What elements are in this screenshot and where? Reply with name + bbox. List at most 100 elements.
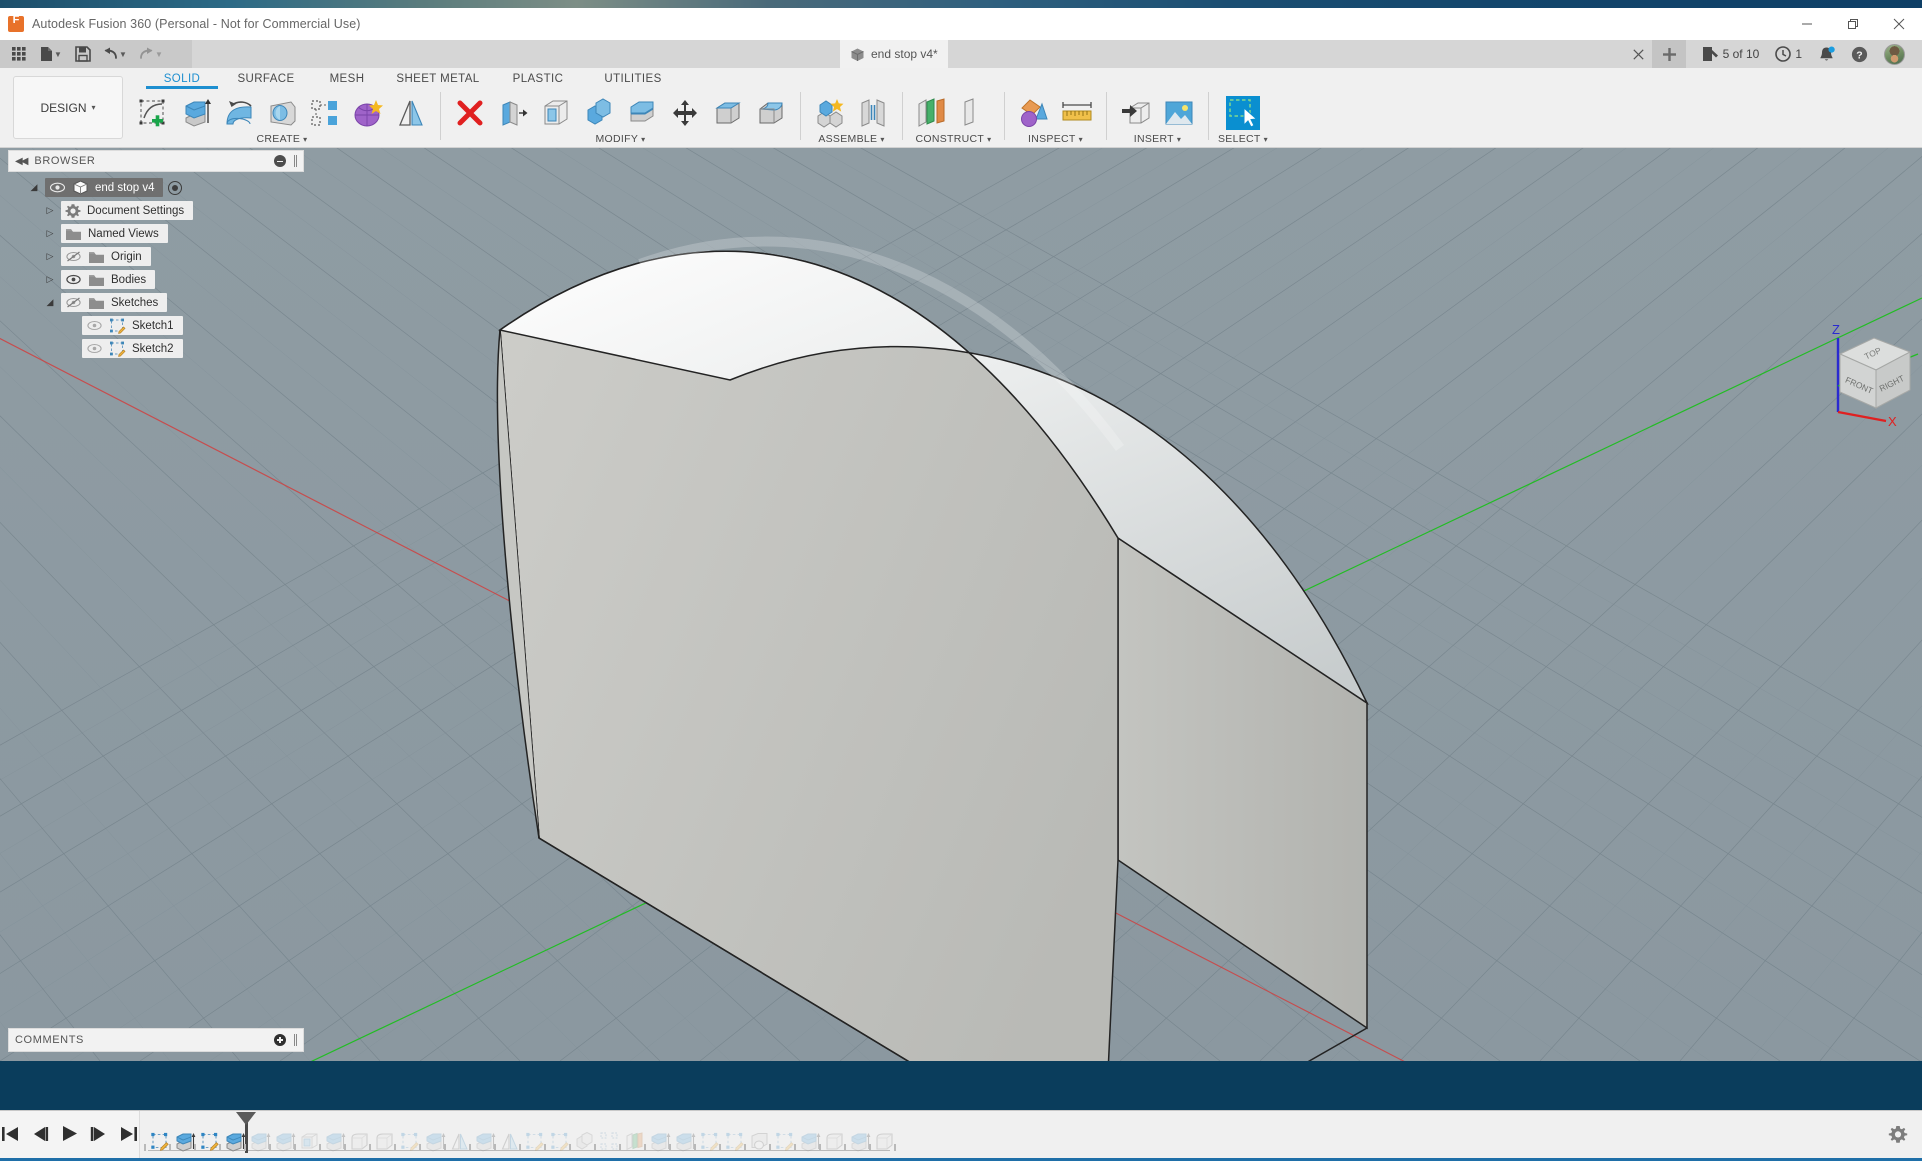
account-button[interactable] xyxy=(1877,40,1912,68)
tree-chip[interactable]: end stop v4 xyxy=(45,178,164,197)
timeline-feature[interactable] xyxy=(448,1125,473,1159)
ribbon-group-inspect-label[interactable]: INSPECT ▾ xyxy=(1028,133,1083,145)
timeline-feature[interactable] xyxy=(198,1125,223,1159)
select-window-icon[interactable] xyxy=(1223,93,1263,133)
resize-grip-icon[interactable] xyxy=(294,155,297,167)
timeline-feature[interactable] xyxy=(373,1125,398,1159)
offset-face-icon[interactable] xyxy=(622,93,662,133)
ribbon-group-insert-label[interactable]: INSERT ▾ xyxy=(1134,133,1181,145)
tab-plastic[interactable]: PLASTIC xyxy=(490,71,586,89)
resize-grip-icon[interactable] xyxy=(294,1034,297,1046)
ribbon-group-assemble-label[interactable]: ASSEMBLE ▾ xyxy=(818,133,884,145)
timeline-feature[interactable] xyxy=(798,1125,823,1159)
eye-visible-icon[interactable] xyxy=(49,182,66,193)
viewport-3d[interactable]: ◀◀ BROWSER ◢ end stop v4 ▷ Document Sett… xyxy=(0,148,1922,1061)
new-tab-button[interactable] xyxy=(1652,40,1686,68)
twisty-collapsed-icon[interactable]: ▷ xyxy=(42,228,58,239)
tab-utilities[interactable]: UTILITIES xyxy=(586,71,680,89)
joint-icon[interactable] xyxy=(853,93,893,133)
insert-canvas-icon[interactable] xyxy=(1159,93,1199,133)
tab-mesh[interactable]: MESH xyxy=(308,71,386,89)
tree-chip[interactable]: Bodies xyxy=(61,270,156,289)
save-icon[interactable] xyxy=(70,42,96,66)
timeline-feature[interactable] xyxy=(573,1125,598,1159)
plus-circle-icon[interactable] xyxy=(274,1034,286,1046)
mirror-icon[interactable] xyxy=(391,93,431,133)
tab-close-icon[interactable] xyxy=(1624,40,1652,68)
timeline-feature[interactable] xyxy=(173,1125,198,1159)
eye-hidden-icon[interactable] xyxy=(65,297,82,308)
minus-circle-icon[interactable] xyxy=(274,155,286,167)
ribbon-group-select-label[interactable]: SELECT ▾ xyxy=(1218,133,1268,145)
measure-icon[interactable] xyxy=(1057,93,1097,133)
timeline-feature[interactable] xyxy=(723,1125,748,1159)
timeline-feature[interactable] xyxy=(148,1125,173,1159)
minimize-icon[interactable] xyxy=(1784,8,1830,40)
history-status-button[interactable]: 1 xyxy=(1768,40,1809,68)
timeline-feature[interactable] xyxy=(248,1125,273,1159)
app-grid-icon[interactable] xyxy=(6,42,32,66)
document-tab[interactable]: end stop v4* xyxy=(840,40,948,68)
plane-at-angle-icon[interactable] xyxy=(955,93,995,133)
comments-panel[interactable]: COMMENTS xyxy=(8,1028,304,1052)
revolve-icon[interactable] xyxy=(219,93,259,133)
tab-solid[interactable]: SOLID xyxy=(140,71,224,89)
sweep-icon[interactable] xyxy=(262,93,302,133)
help-button[interactable]: ? xyxy=(1844,40,1875,68)
skip-start-icon[interactable] xyxy=(1,1126,19,1147)
timeline-feature[interactable] xyxy=(873,1125,898,1159)
play-icon[interactable] xyxy=(61,1125,78,1147)
timeline-feature[interactable] xyxy=(498,1125,523,1159)
tree-chip[interactable]: Sketch1 xyxy=(82,316,183,335)
tree-item-end-stop-v4[interactable]: ◢ end stop v4 xyxy=(8,176,304,199)
timeline-feature[interactable] xyxy=(323,1125,348,1159)
maximize-icon[interactable] xyxy=(1830,8,1876,40)
tree-chip[interactable]: Origin xyxy=(61,247,151,266)
twisty-expanded-icon[interactable]: ◢ xyxy=(26,182,42,193)
eye-hidden-icon[interactable] xyxy=(86,320,103,331)
tree-item-bodies[interactable]: ▷ Bodies xyxy=(8,268,304,291)
ribbon-group-construct-label[interactable]: CONSTRUCT ▾ xyxy=(916,133,992,145)
tree-chip[interactable]: Sketches xyxy=(61,293,168,312)
timeline-feature[interactable] xyxy=(623,1125,648,1159)
twisty-collapsed-icon[interactable]: ▷ xyxy=(42,274,58,285)
workspace-switcher[interactable]: DESIGN ▾ xyxy=(13,76,123,139)
tab-sheet-metal[interactable]: SHEET METAL xyxy=(386,71,490,89)
timeline-feature[interactable] xyxy=(598,1125,623,1159)
move-copy-icon[interactable] xyxy=(665,93,705,133)
offset-plane-icon[interactable] xyxy=(912,93,952,133)
twisty-collapsed-icon[interactable]: ▷ xyxy=(42,251,58,262)
activate-component-radio[interactable] xyxy=(168,180,183,195)
eye-visible-icon[interactable] xyxy=(65,274,82,285)
press-pull-icon[interactable] xyxy=(493,93,533,133)
timeline-feature[interactable] xyxy=(548,1125,573,1159)
new-component-icon[interactable] xyxy=(810,93,850,133)
timeline-feature[interactable] xyxy=(673,1125,698,1159)
eye-hidden-icon[interactable] xyxy=(86,343,103,354)
timeline-feature[interactable] xyxy=(823,1125,848,1159)
timeline-feature[interactable] xyxy=(848,1125,873,1159)
timeline-feature[interactable] xyxy=(398,1125,423,1159)
view-cube[interactable]: Z X TOP FRONT RIGHT xyxy=(1810,316,1922,433)
collapse-left-icon[interactable]: ◀◀ xyxy=(15,156,28,167)
timeline-feature[interactable] xyxy=(348,1125,373,1159)
timeline-feature[interactable] xyxy=(698,1125,723,1159)
extrude-icon[interactable] xyxy=(176,93,216,133)
redo-icon[interactable]: ▼ xyxy=(134,42,168,66)
timeline-feature[interactable] xyxy=(748,1125,773,1159)
tree-item-named-views[interactable]: ▷ Named Views xyxy=(8,222,304,245)
step-forward-icon[interactable] xyxy=(90,1126,108,1147)
timeline-feature[interactable] xyxy=(273,1125,298,1159)
timeline-feature[interactable] xyxy=(773,1125,798,1159)
twisty-expanded-icon[interactable]: ◢ xyxy=(42,297,58,308)
step-back-icon[interactable] xyxy=(31,1126,49,1147)
tree-chip[interactable]: Sketch2 xyxy=(82,339,183,358)
combine-icon[interactable] xyxy=(579,93,619,133)
tree-item-origin[interactable]: ▷ Origin xyxy=(8,245,304,268)
chamfer-icon[interactable] xyxy=(751,93,791,133)
delete-icon[interactable] xyxy=(450,93,490,133)
twisty-collapsed-icon[interactable]: ▷ xyxy=(42,205,58,216)
new-file-icon[interactable]: ▼ xyxy=(34,42,68,66)
timeline-feature[interactable] xyxy=(423,1125,448,1159)
skip-end-icon[interactable] xyxy=(120,1126,138,1147)
